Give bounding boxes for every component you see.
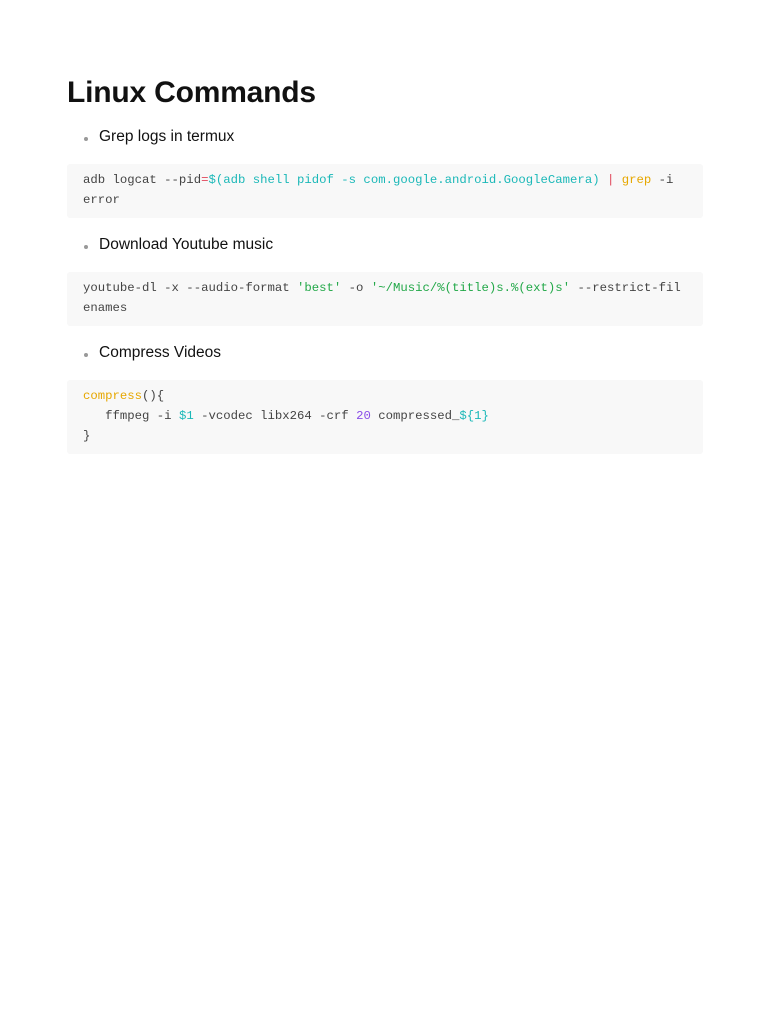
code-token-var: ${1} — [459, 409, 489, 423]
code-token-plain: -vcodec libx264 -crf — [193, 409, 357, 423]
section-youtube: Download Youtube music youtube-dl -x --a… — [67, 234, 703, 326]
code-token-plain: } — [83, 429, 91, 443]
code-token-sub: $(adb shell pidof -s com.google.android.… — [208, 173, 600, 187]
code-block[interactable]: adb logcat --pid=$(adb shell pidof -s co… — [67, 164, 703, 218]
list-item-label: Grep logs in termux — [99, 128, 235, 145]
bullet-icon — [84, 245, 88, 249]
bullet-icon — [84, 137, 88, 141]
code-token-plain: youtube-dl -x --audio-format — [83, 281, 298, 295]
list-item: Download Youtube music — [67, 234, 703, 256]
document: Linux Commands Grep logs in termux adb l… — [67, 74, 703, 470]
code-block[interactable]: compress(){ ffmpeg -i $1 -vcodec libx264… — [67, 380, 703, 454]
list-item-label: Compress Videos — [99, 344, 222, 361]
section-compress: Compress Videos compress(){ ffmpeg -i $1… — [67, 342, 703, 454]
list-item-label: Download Youtube music — [99, 236, 274, 253]
section-grep: Grep logs in termux adb logcat --pid=$(a… — [67, 126, 703, 218]
code-token-plain: -o — [341, 281, 371, 295]
code-token-cmd: grep — [621, 173, 652, 187]
list-item: Grep logs in termux — [67, 126, 703, 148]
code-token-var: $1 — [178, 409, 194, 423]
code-token-plain: compressed_ — [370, 409, 460, 423]
code-token-num: 20 — [356, 409, 371, 423]
code-token-cmd: compress — [83, 389, 143, 403]
list-item: Compress Videos — [67, 342, 703, 364]
code-token-plain: adb logcat --pid — [83, 173, 202, 187]
bullet-icon — [84, 353, 88, 357]
code-block[interactable]: youtube-dl -x --audio-format 'best' -o '… — [67, 272, 703, 326]
code-token-str: '~/Music/%(title)s.%(ext)s' — [370, 281, 571, 295]
page-title: Linux Commands — [67, 76, 316, 109]
code-token-str: 'best' — [297, 281, 342, 295]
